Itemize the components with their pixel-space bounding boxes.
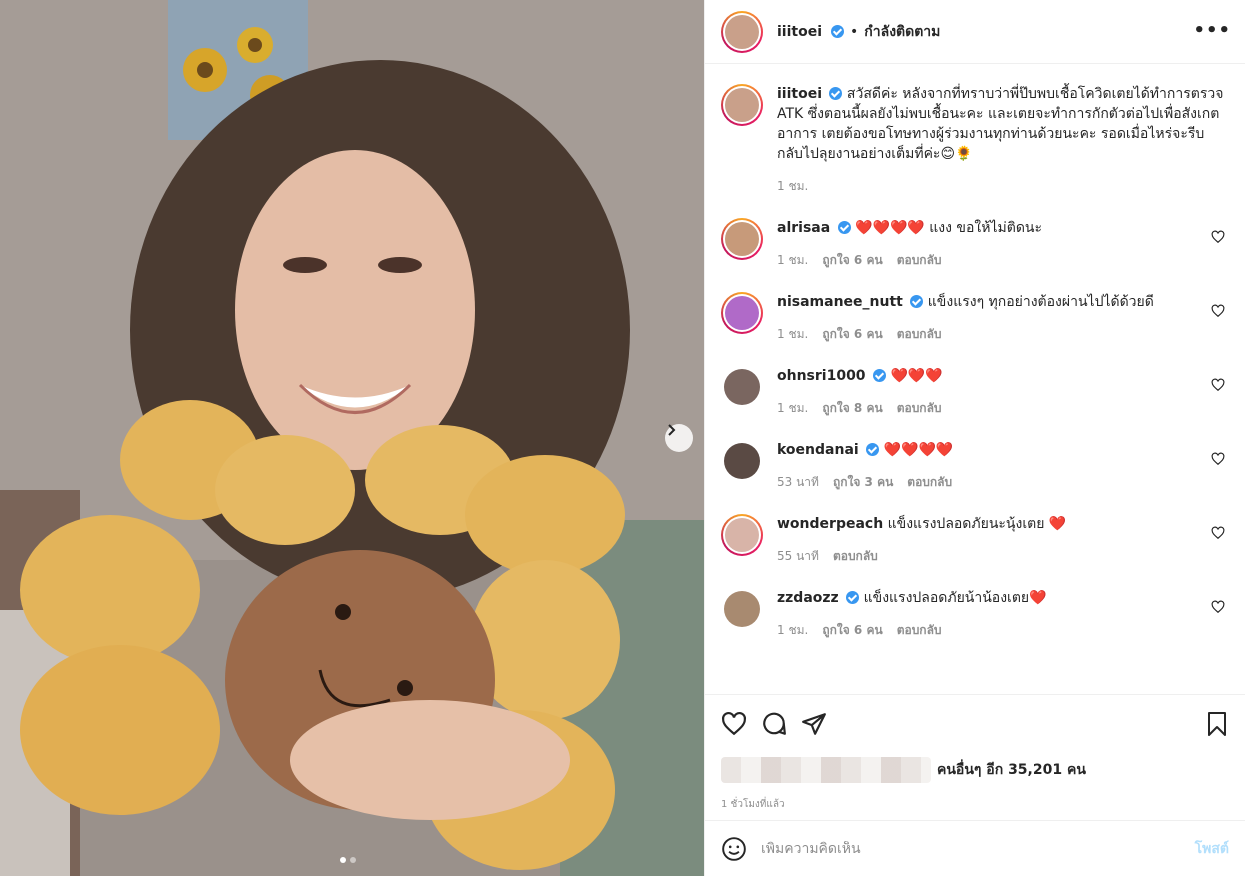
reply-button[interactable]: ตอบกลับ: [897, 324, 942, 344]
comment-username[interactable]: nisamanee_nutt: [777, 294, 903, 310]
comment-text: ❤️❤️❤️❤️: [883, 442, 954, 458]
comment-username[interactable]: wonderpeach: [777, 516, 883, 532]
comment-username[interactable]: koendanai: [777, 442, 859, 458]
comment-text: ❤️❤️❤️: [890, 368, 943, 384]
comment-likes[interactable]: ถูกใจ 8 คน: [822, 398, 882, 418]
verified-badge-icon: [829, 87, 843, 100]
verified-badge-icon: [837, 221, 851, 234]
commenter-avatar[interactable]: [721, 514, 763, 556]
verified-badge-icon: [846, 591, 860, 604]
like-comment-heart-icon[interactable]: [1211, 378, 1225, 392]
comment-input[interactable]: [761, 840, 1195, 857]
comment-text: แข็งแรงปลอดภัยนะนุ้งเตย ❤️: [887, 516, 1067, 532]
comment-time: 1 ชม.: [777, 253, 809, 267]
emoji-icon[interactable]: [721, 836, 747, 862]
verified-badge-icon: [873, 369, 887, 382]
comment-time: 1 ชม.: [777, 327, 809, 341]
reply-button[interactable]: ตอบกลับ: [897, 250, 942, 270]
like-comment-heart-icon[interactable]: [1211, 230, 1225, 244]
post-actions: คนอื่นๆ อีก 35,201 คน 1 ชั่วโมงที่แล้ว: [705, 694, 1245, 820]
next-photo-button[interactable]: [665, 424, 693, 452]
commenter-avatar[interactable]: [721, 218, 763, 260]
add-comment-bar: โพสต์: [705, 820, 1245, 876]
likes-count[interactable]: คนอื่นๆ อีก 35,201 คน: [937, 759, 1086, 781]
verified-badge-icon: [910, 295, 924, 308]
save-bookmark-icon[interactable]: [1205, 711, 1229, 737]
author-avatar[interactable]: [721, 84, 763, 126]
post-header: iiitoei • กำลังติดตาม •••: [705, 0, 1245, 64]
comment-username[interactable]: zzdaozz: [777, 590, 839, 606]
more-options-icon[interactable]: •••: [1193, 20, 1231, 41]
comment-username[interactable]: ohnsri1000: [777, 368, 866, 384]
comment-likes[interactable]: ถูกใจ 6 คน: [822, 324, 882, 344]
comment-item: ohnsri1000 ❤️❤️❤️ 1 ชม. ถูกใจ 8 คน ตอบกล…: [721, 366, 1229, 418]
like-comment-heart-icon[interactable]: [1211, 452, 1225, 466]
caption-username[interactable]: iiitoei: [777, 86, 822, 102]
reply-button[interactable]: ตอบกลับ: [907, 472, 952, 492]
post-timestamp: 1 ชั่วโมงที่แล้ว: [721, 799, 785, 810]
comment-likes[interactable]: ถูกใจ 6 คน: [822, 620, 882, 640]
chevron-right-icon: [668, 424, 676, 436]
commenter-avatar[interactable]: [721, 292, 763, 334]
comment-item: wonderpeach แข็งแรงปลอดภัยนะนุ้งเตย ❤️ 5…: [721, 514, 1229, 566]
like-comment-heart-icon[interactable]: [1211, 526, 1225, 540]
comment-item: nisamanee_nutt แข็งแรงๆ ทุกอย่างต้องผ่าน…: [721, 292, 1229, 344]
reply-button[interactable]: ตอบกลับ: [897, 620, 942, 640]
verified-badge-icon: [866, 443, 880, 456]
comment-text: แข็งแรงปลอดภัยน้าน้องเตย❤️: [863, 590, 1047, 606]
comment-text: แข็งแรงๆ ทุกอย่างต้องผ่านไปได้ด้วยดี: [927, 294, 1154, 310]
comment-item: koendanai ❤️❤️❤️❤️ 53 นาที ถูกใจ 3 คน ตอ…: [721, 440, 1229, 492]
carousel-dot: [350, 857, 356, 863]
comment-time: 55 นาที: [777, 549, 819, 563]
like-heart-icon[interactable]: [721, 711, 747, 737]
author-avatar[interactable]: [721, 10, 763, 53]
comment-text: ❤️❤️❤️❤️ แงง ขอให้ไม่ติดนะ: [855, 220, 1043, 236]
like-comment-heart-icon[interactable]: [1211, 600, 1225, 614]
commenter-avatar[interactable]: [721, 588, 763, 630]
likes-summary[interactable]: คนอื่นๆ อีก 35,201 คน: [721, 757, 1229, 783]
carousel-indicator: [340, 857, 356, 863]
comments-list[interactable]: iiitoei สวัสดีค่ะ หลังจากที่ทราบว่าพี่ป๊…: [705, 64, 1245, 694]
commenter-avatar[interactable]: [721, 440, 763, 482]
comment-bubble-icon[interactable]: [761, 711, 787, 737]
comment-item: alrisaa ❤️❤️❤️❤️ แงง ขอให้ไม่ติดนะ 1 ชม.…: [721, 218, 1229, 270]
reply-button[interactable]: ตอบกลับ: [833, 546, 878, 566]
carousel-dot-active: [340, 857, 346, 863]
like-comment-heart-icon[interactable]: [1211, 304, 1225, 318]
post-photo[interactable]: [0, 0, 704, 876]
post-comment-button[interactable]: โพสต์: [1195, 838, 1229, 860]
caption: iiitoei สวัสดีค่ะ หลังจากที่ทราบว่าพี่ป๊…: [721, 84, 1229, 196]
reply-button[interactable]: ตอบกลับ: [897, 398, 942, 418]
liked-by-blurred: [721, 757, 931, 783]
share-send-icon[interactable]: [801, 711, 827, 737]
separator-dot: •: [850, 23, 859, 40]
caption-time: 1 ชม.: [777, 179, 809, 193]
commenter-avatar[interactable]: [721, 366, 763, 408]
photo-illustration: [0, 0, 704, 876]
comment-item: zzdaozz แข็งแรงปลอดภัยน้าน้องเตย❤️ 1 ชม.…: [721, 588, 1229, 640]
author-username[interactable]: iiitoei: [777, 24, 822, 40]
comment-time: 1 ชม.: [777, 623, 809, 637]
comment-time: 53 นาที: [777, 475, 819, 489]
comment-time: 1 ชม.: [777, 401, 809, 415]
comment-likes[interactable]: ถูกใจ 6 คน: [822, 250, 882, 270]
caption-text: สวัสดีค่ะ หลังจากที่ทราบว่าพี่ป๊บพบเชื้อ…: [777, 86, 1224, 162]
comment-likes[interactable]: ถูกใจ 3 คน: [833, 472, 893, 492]
comment-username[interactable]: alrisaa: [777, 220, 830, 236]
verified-badge-icon: [831, 25, 845, 38]
following-button[interactable]: กำลังติดตาม: [864, 21, 940, 43]
post-details-panel: iiitoei • กำลังติดตาม ••• iiitoei สวัสดี…: [704, 0, 1245, 876]
